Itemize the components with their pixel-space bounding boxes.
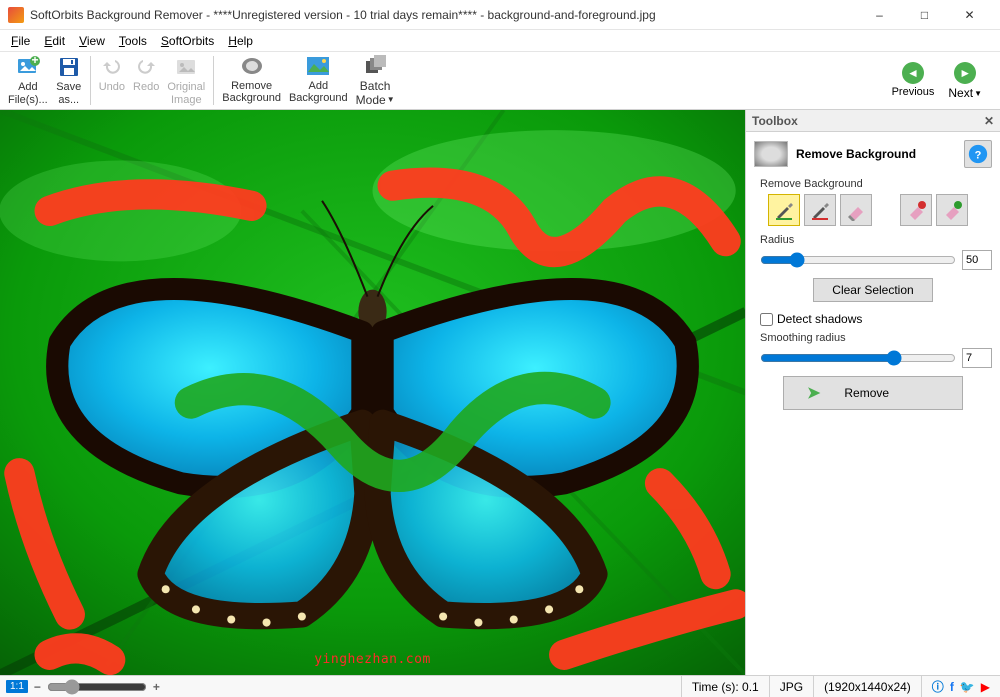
undo-button[interactable]: Undo [95,53,129,107]
add-image-icon: + [16,55,40,79]
radius-input[interactable] [962,250,992,270]
save-as-button[interactable]: Save as... [52,53,86,107]
zoom-slider[interactable] [47,679,147,695]
foreground-marker-button[interactable] [768,194,800,226]
menu-file[interactable]: File [4,32,37,50]
zoom-reset-button[interactable]: 1:1 [6,680,28,693]
main-toolbar: + Add File(s)... Save as... Undo Redo Or… [0,52,1000,110]
status-format: JPG [769,676,813,697]
remove-bg-icon [240,54,264,78]
menu-view[interactable]: View [72,32,112,50]
zoom-in-button[interactable]: + [151,680,162,694]
help-button[interactable]: ? [964,140,992,168]
previous-icon: ◄ [902,62,924,84]
svg-text:?: ? [975,150,982,162]
remove-button[interactable]: ➤ Remove [783,376,963,410]
group-label: Remove Background [760,178,992,190]
facebook-icon[interactable]: f [950,680,954,694]
radius-label: Radius [760,234,992,246]
status-time: Time (s): 0.1 [681,676,769,697]
radius-slider[interactable] [760,251,956,269]
image-canvas[interactable]: yinghezhan.com [0,110,745,675]
save-icon [57,55,81,79]
social-icons: ⓘ f 🐦 ▶ [921,676,1000,697]
menu-softorbits[interactable]: SoftOrbits [154,32,221,50]
next-button[interactable]: ► Next▼ [942,60,988,102]
remove-background-button[interactable]: Remove Background [218,52,285,108]
detect-shadows-checkbox[interactable] [760,313,773,326]
toolbox-panel: Toolbox ✕ Remove Background ? Remove Bac… [745,110,1000,675]
toolbox-header: Toolbox ✕ [746,110,1000,132]
run-arrow-icon: ➤ [807,383,820,403]
app-icon [8,7,24,23]
add-files-button[interactable]: + Add File(s)... [4,53,52,107]
smoothing-slider[interactable] [760,349,956,367]
minimize-button[interactable]: – [857,0,902,30]
next-icon: ► [954,62,976,84]
clear-selection-button[interactable]: Clear Selection [813,278,932,302]
original-image-button[interactable]: Original Image [163,53,209,107]
batch-mode-button[interactable]: Batch Mode▼ [352,52,399,108]
menu-edit[interactable]: Edit [37,32,72,50]
undo-icon [100,55,124,79]
batch-icon [363,54,387,78]
window-title: SoftOrbits Background Remover - ****Unre… [30,8,857,22]
add-bg-icon [306,54,330,78]
eraser-fg-button[interactable] [900,194,932,226]
redo-icon [134,55,158,79]
add-background-button[interactable]: Add Background [285,52,352,108]
toolbox-title: Toolbox [752,114,798,128]
menu-help[interactable]: Help [221,32,260,50]
main-area: yinghezhan.com Toolbox ✕ Remove Backgrou… [0,110,1000,675]
redo-button[interactable]: Redo [129,53,163,107]
eraser-bg-button[interactable] [936,194,968,226]
svg-text:+: + [31,55,38,67]
maximize-button[interactable]: □ [902,0,947,30]
smoothing-input[interactable] [962,348,992,368]
menu-bar: File Edit View Tools SoftOrbits Help [0,30,1000,52]
image-icon [174,55,198,79]
youtube-icon[interactable]: ▶ [981,680,990,694]
info-icon[interactable]: ⓘ [932,678,944,695]
close-button[interactable]: ✕ [947,0,992,30]
background-marker-button[interactable] [804,194,836,226]
marker-tools-row [768,194,992,226]
status-bar: 1:1 − + Time (s): 0.1 JPG (1920x1440x24)… [0,675,1000,697]
eraser-marker-button[interactable] [840,194,872,226]
toolbox-close-button[interactable]: ✕ [984,114,994,128]
previous-button[interactable]: ◄ Previous [886,60,941,102]
window-titlebar: SoftOrbits Background Remover - ****Unre… [0,0,1000,30]
smoothing-label: Smoothing radius [760,332,992,344]
menu-tools[interactable]: Tools [112,32,154,50]
section-title: Remove Background [796,147,956,161]
section-thumbnail-icon [754,141,788,167]
zoom-out-button[interactable]: − [32,680,43,694]
status-dimensions: (1920x1440x24) [813,676,921,697]
twitter-icon[interactable]: 🐦 [960,680,975,694]
detect-shadows-label: Detect shadows [777,312,862,326]
